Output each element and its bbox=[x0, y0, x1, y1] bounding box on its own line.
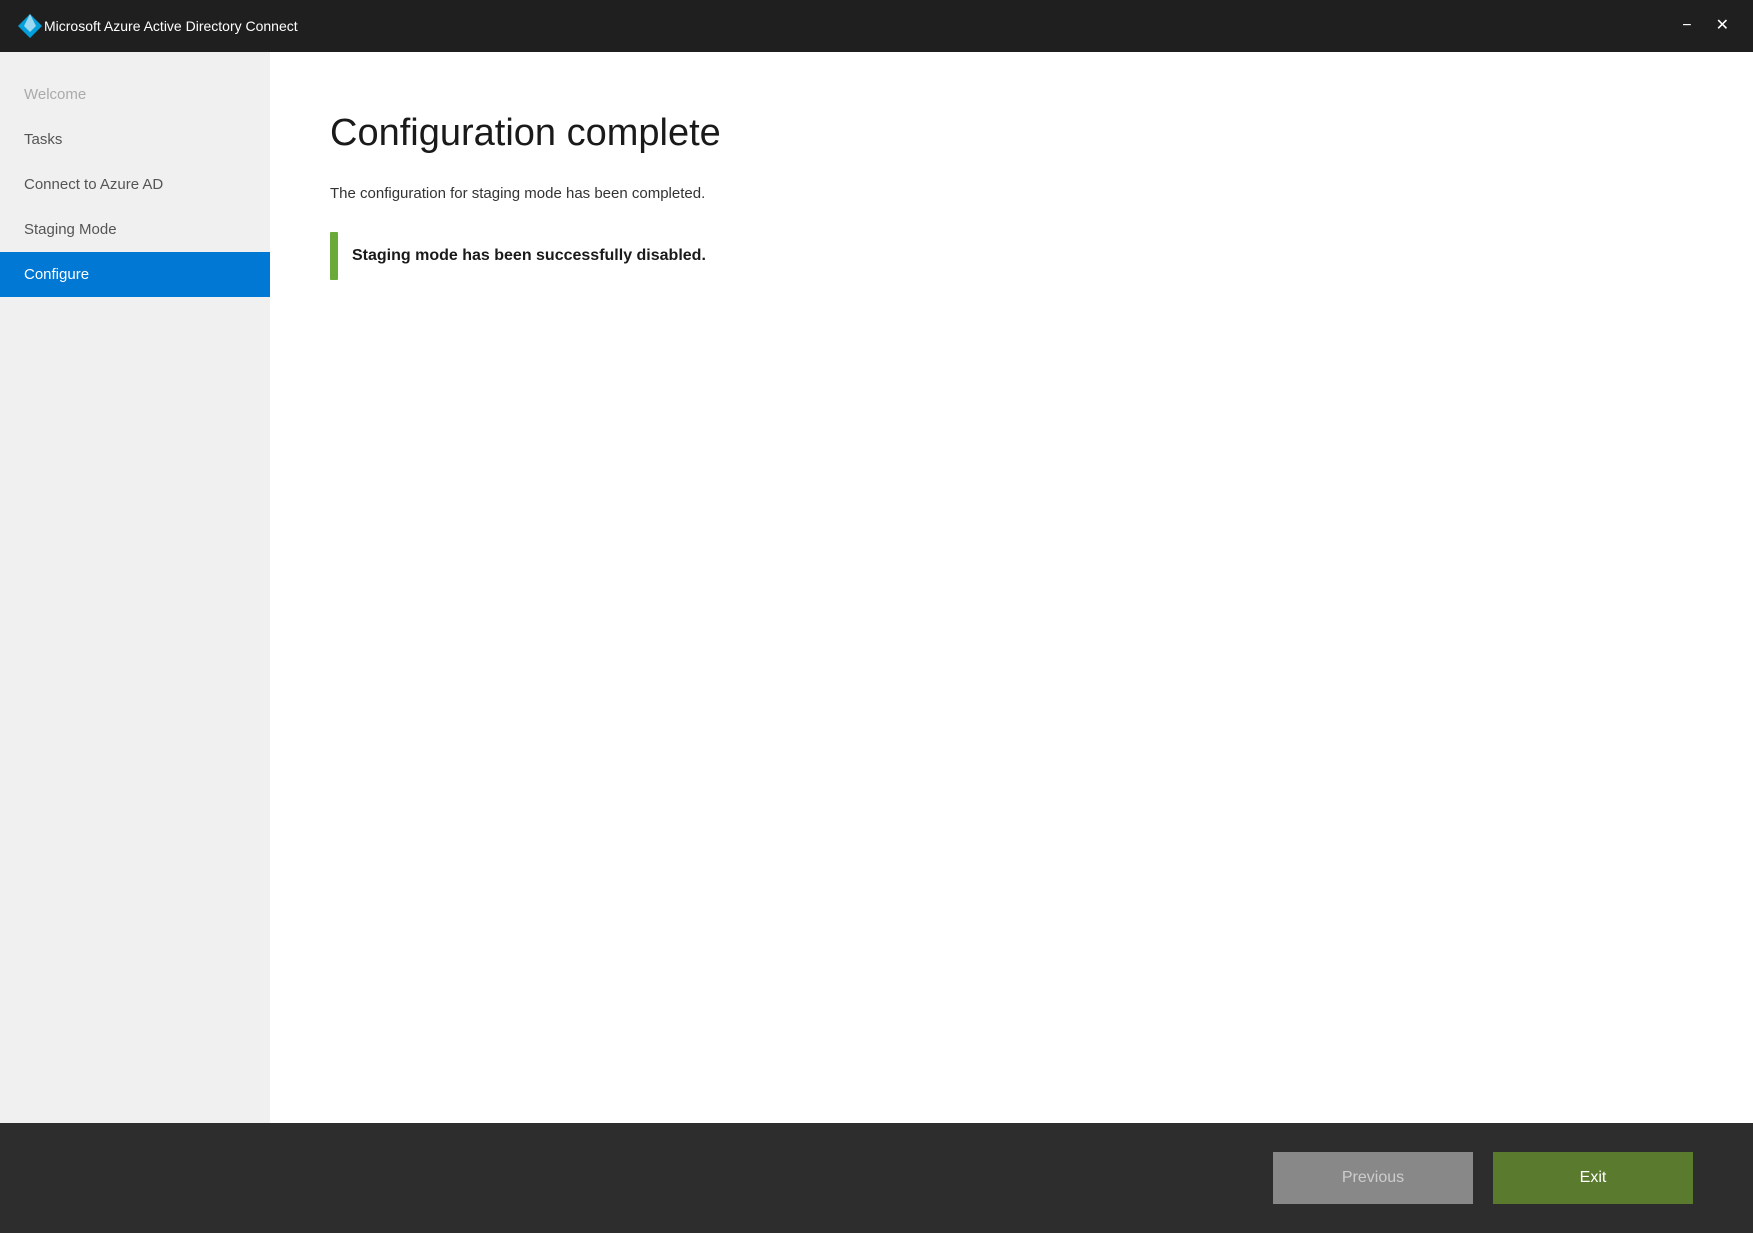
title-bar: Microsoft Azure Active Directory Connect… bbox=[0, 0, 1753, 52]
exit-button[interactable]: Exit bbox=[1493, 1152, 1693, 1204]
sidebar-item-configure[interactable]: Configure bbox=[0, 252, 270, 297]
azure-logo-icon bbox=[16, 12, 44, 40]
sidebar-item-connect-azure-ad[interactable]: Connect to Azure AD bbox=[0, 162, 270, 207]
main-content: Welcome Tasks Connect to Azure AD Stagin… bbox=[0, 52, 1753, 1123]
window-title: Microsoft Azure Active Directory Connect bbox=[44, 18, 1674, 34]
sidebar: Welcome Tasks Connect to Azure AD Stagin… bbox=[0, 52, 270, 1123]
footer-bar: Previous Exit bbox=[0, 1123, 1753, 1233]
previous-button: Previous bbox=[1273, 1152, 1473, 1204]
content-area: Welcome Tasks Connect to Azure AD Stagin… bbox=[0, 52, 1753, 1233]
success-text: Staging mode has been successfully disab… bbox=[352, 247, 706, 265]
description-text: The configuration for staging mode has b… bbox=[330, 185, 1693, 202]
success-bar-indicator bbox=[330, 232, 338, 280]
success-banner: Staging mode has been successfully disab… bbox=[330, 232, 1693, 280]
app-window: Microsoft Azure Active Directory Connect… bbox=[0, 0, 1753, 1233]
sidebar-item-welcome: Welcome bbox=[0, 72, 270, 117]
sidebar-item-tasks[interactable]: Tasks bbox=[0, 117, 270, 162]
close-button[interactable]: ✕ bbox=[1708, 14, 1737, 38]
window-controls: − ✕ bbox=[1674, 14, 1737, 38]
page-title: Configuration complete bbox=[330, 112, 1693, 155]
minimize-button[interactable]: − bbox=[1674, 14, 1699, 38]
sidebar-item-staging-mode[interactable]: Staging Mode bbox=[0, 207, 270, 252]
main-panel: Configuration complete The configuration… bbox=[270, 52, 1753, 1123]
